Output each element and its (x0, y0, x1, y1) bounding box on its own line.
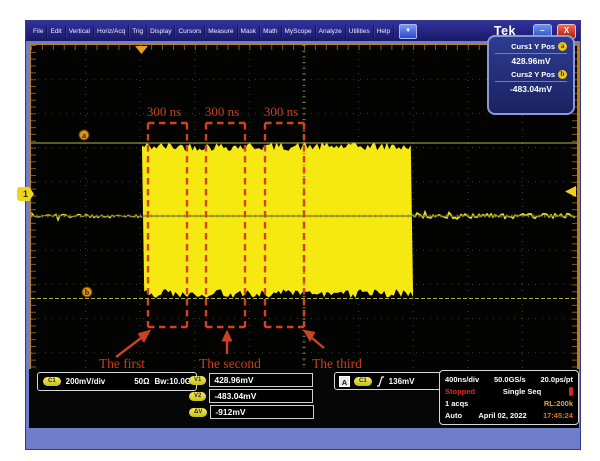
trigger-mode: Auto (445, 411, 463, 421)
menu-cursors[interactable]: Cursors (175, 24, 206, 38)
menu-trig[interactable]: Trig (129, 24, 148, 38)
channel-readout: C1 200mV/div 50Ω Bw:10.0G (37, 372, 197, 391)
cursor-b-handle[interactable]: b (81, 286, 93, 298)
menu-analyze[interactable]: Analyze (316, 24, 346, 38)
menu-display[interactable]: Display (147, 24, 176, 38)
menu-dropdown-button[interactable]: ▼ (399, 23, 418, 39)
arrow-third-subpulse (311, 337, 325, 349)
divider (495, 53, 567, 54)
measurement-pill-v1: V1 (189, 375, 207, 385)
menu-myscope[interactable]: MyScope (282, 24, 316, 38)
curs2-value: -483.04mV (509, 84, 553, 94)
curs2-badge: b (558, 70, 567, 79)
curs1-label: Curs1 Y Pos (511, 42, 555, 51)
measurement-value-3: -912mV (210, 405, 315, 419)
measurement-row-3: ΔV -912mV (189, 404, 324, 420)
measurement-row-1: V1 428.96mV (189, 372, 324, 388)
menu-items: File Edit Vertical Horiz/Acq Trig Display Curs… (30, 24, 395, 38)
menu-math[interactable]: Math (260, 24, 282, 38)
burst-waveform (142, 142, 413, 298)
measurement-pill-δv: ΔV (189, 407, 208, 417)
menu-edit[interactable]: Edit (47, 24, 66, 38)
acq-count: 1 acqs (445, 399, 469, 409)
noise-baseline (31, 211, 143, 222)
arrowhead-first-subpulse (137, 329, 151, 343)
curs1-value: 428.96mV (511, 56, 551, 66)
interval-label-2: 300 ns (205, 104, 239, 119)
page: { "menu": { "items": ["File","Edit","Ver… (0, 0, 600, 461)
measurement-value-1: 428.96mV (209, 373, 314, 387)
cursor-b-badge: b (85, 288, 90, 297)
menu-horiz-acq[interactable]: Horiz/Acq (94, 24, 130, 38)
cursor-a-handle[interactable]: a (78, 129, 90, 141)
arrowhead-second-subpulse (221, 329, 233, 342)
sample-rate: 50.0GS/s (493, 374, 526, 384)
curs2-label: Curs2 Y Pos (511, 70, 555, 79)
acq-mode: Single Seq (502, 386, 542, 396)
cursor-readout-panel: Curs1 Y Pos a 428.96mV Curs2 Y Pos b -48… (487, 35, 575, 115)
menu-utilities[interactable]: Utilities (346, 24, 374, 38)
measurement-pill-v2: V2 (189, 391, 207, 401)
resolution: 20.0ps/pt (540, 374, 573, 384)
divider (495, 81, 567, 82)
clock: 17:45:24 (542, 411, 573, 421)
oscilloscope-window: File Edit Vertical Horiz/Acq Trig Display Curs… (17, 20, 581, 450)
interval-label-1: 300 ns (147, 104, 181, 119)
acquisition-readout: 400ns/div 50.0GS/s 20.0ps/pt Stopped Sin… (439, 370, 579, 425)
rising-edge-icon (376, 375, 384, 387)
trigger-source-icon: A (339, 375, 350, 387)
date: April 02, 2022 (478, 411, 527, 421)
cursor-a-badge: a (82, 131, 86, 140)
menu-measure[interactable]: Measure (205, 24, 238, 38)
acq-state: Stopped (445, 386, 475, 396)
menu-vertical[interactable]: Vertical (66, 24, 95, 38)
channel-impedance: 50Ω (134, 377, 150, 386)
channel-bandwidth: Bw:10.0G (154, 377, 191, 386)
record-length: RL:200k (543, 399, 573, 409)
marker-pin-icon (569, 386, 573, 396)
status-bar: C1 200mV/div 50Ω Bw:10.0G V1 428.96mV V2 -4… (29, 369, 579, 428)
channel-c1-pill[interactable]: C1 (43, 377, 61, 386)
arrow-first-subpulse (115, 337, 142, 358)
trigger-level-arrow[interactable] (565, 186, 576, 197)
timebase: 400ns/div (445, 374, 480, 384)
trigger-level: 136mV (388, 376, 415, 386)
menu-file[interactable]: File (30, 24, 48, 38)
measurement-value-2: -483.04mV (209, 389, 314, 403)
menu-mask[interactable]: Mask (238, 24, 261, 38)
curs1-badge: a (558, 42, 567, 51)
menu-help[interactable]: Help (374, 24, 395, 38)
measurement-readouts: V1 428.96mV V2 -483.04mV ΔV -912mV (189, 372, 324, 420)
trigger-readout: A C1 136mV (334, 372, 446, 390)
trigger-channel-pill[interactable]: C1 (354, 376, 372, 386)
channel-scale: 200mV/div (65, 377, 106, 386)
interval-label-3: 300 ns (264, 104, 298, 119)
trigger-position-marker[interactable] (135, 46, 148, 54)
measurement-row-2: V2 -483.04mV (189, 388, 324, 404)
